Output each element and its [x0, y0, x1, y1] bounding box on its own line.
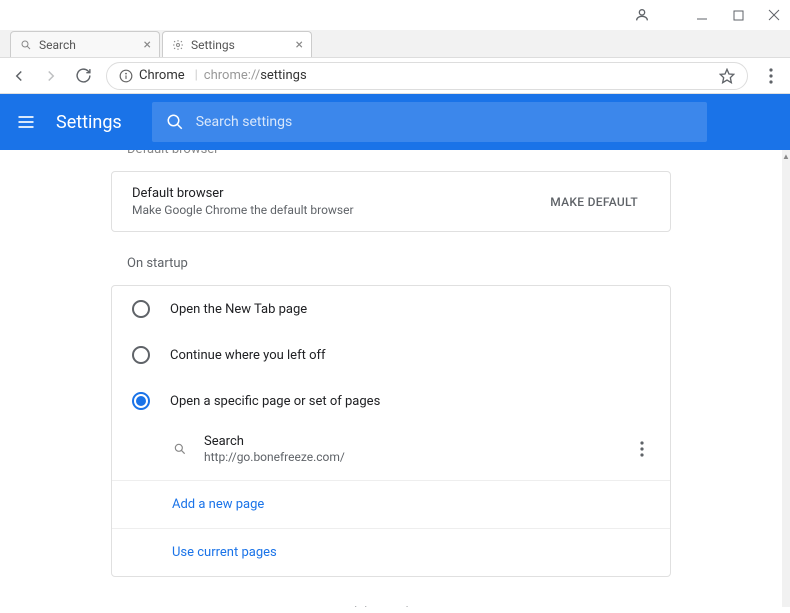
startup-option-new-tab[interactable]: Open the New Tab page	[112, 286, 670, 332]
forward-icon[interactable]	[42, 67, 60, 85]
omnibox-scheme: chrome://	[204, 68, 260, 83]
settings-content: Default browser Default browser Make Goo…	[0, 150, 782, 607]
add-new-page-link[interactable]: Add a new page	[112, 480, 670, 528]
chevron-down-icon	[419, 607, 431, 608]
radio-label: Open the New Tab page	[170, 302, 307, 317]
startup-option-specific-pages[interactable]: Open a specific page or set of pages	[112, 378, 670, 424]
on-startup-card: Open the New Tab page Continue where you…	[111, 285, 671, 577]
default-browser-subtitle: Make Google Chrome the default browser	[132, 203, 538, 217]
settings-header: Settings	[0, 94, 790, 150]
bookmark-star-icon[interactable]	[719, 68, 735, 84]
settings-search-input[interactable]	[196, 114, 693, 130]
window-titlebar	[0, 0, 790, 30]
scrollbar[interactable]: ▲	[782, 150, 790, 607]
section-label-on-startup: On startup	[111, 232, 671, 285]
search-favicon-icon	[19, 38, 33, 52]
account-icon[interactable]	[634, 7, 650, 23]
radio-icon	[132, 300, 150, 318]
toolbar: Chrome | chrome:// settings	[0, 58, 790, 94]
page-more-icon[interactable]	[634, 441, 650, 457]
use-current-pages-link[interactable]: Use current pages	[112, 528, 670, 576]
tab-title: Settings	[191, 38, 292, 52]
startup-page-url: http://go.bonefreeze.com/	[204, 450, 634, 464]
omnibox-origin: Chrome	[139, 68, 185, 83]
maximize-icon[interactable]	[730, 7, 746, 23]
address-bar[interactable]: Chrome | chrome:// settings	[106, 62, 748, 90]
startup-page-name: Search	[204, 434, 634, 449]
radio-icon	[132, 346, 150, 364]
make-default-button[interactable]: MAKE DEFAULT	[538, 187, 650, 217]
magnifier-favicon-icon	[172, 441, 188, 457]
tab-settings[interactable]: Settings ×	[162, 31, 312, 57]
chrome-menu-icon[interactable]	[762, 67, 780, 85]
tab-close-icon[interactable]: ×	[296, 37, 303, 53]
tab-strip: Search × Settings ×	[0, 30, 790, 58]
default-browser-title: Default browser	[132, 186, 538, 201]
radio-checked-icon	[132, 392, 150, 410]
omnibox-path: settings	[260, 68, 306, 83]
hamburger-icon[interactable]	[16, 112, 36, 132]
startup-page-entry: Search http://go.bonefreeze.com/	[112, 424, 670, 474]
gear-favicon-icon	[171, 38, 185, 52]
search-icon	[166, 113, 184, 131]
section-label-default-browser: Default browser	[111, 150, 671, 171]
tab-search[interactable]: Search ×	[10, 31, 160, 57]
close-icon[interactable]	[766, 7, 782, 23]
reload-icon[interactable]	[74, 67, 92, 85]
scroll-up-icon[interactable]: ▲	[782, 150, 790, 162]
settings-search[interactable]	[152, 102, 707, 142]
advanced-label: Advanced	[351, 605, 408, 607]
back-icon[interactable]	[10, 67, 28, 85]
tab-title: Search	[39, 38, 140, 52]
startup-option-continue[interactable]: Continue where you left off	[112, 332, 670, 378]
secure-chip-icon	[119, 69, 133, 83]
page-title: Settings	[56, 112, 122, 133]
minimize-icon[interactable]	[694, 7, 710, 23]
default-browser-card: Default browser Make Google Chrome the d…	[111, 171, 671, 232]
tab-close-icon[interactable]: ×	[144, 37, 151, 53]
advanced-toggle[interactable]: Advanced	[111, 577, 671, 607]
radio-label: Open a specific page or set of pages	[170, 394, 380, 409]
radio-label: Continue where you left off	[170, 348, 326, 363]
